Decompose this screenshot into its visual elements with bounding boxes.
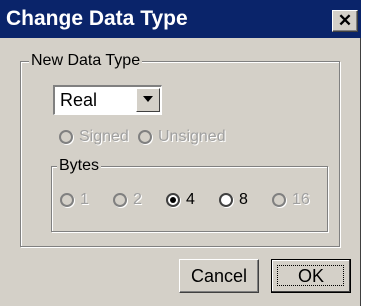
data-type-select-value: Real [60, 90, 98, 110]
bytes-option-1[interactable]: 1 [60, 191, 89, 209]
cancel-button-label: Cancel [190, 266, 248, 286]
bytes-radio-2[interactable] [113, 193, 127, 207]
bytes-option-4[interactable]: 4 [166, 191, 195, 209]
new-data-type-group-label: New Data Type [29, 52, 143, 70]
bytes-label-1: 1 [80, 191, 89, 208]
data-type-select[interactable]: Real [53, 85, 162, 115]
chevron-down-icon[interactable] [136, 88, 160, 112]
bytes-radio-1[interactable] [60, 193, 74, 207]
bytes-label-16: 16 [292, 191, 310, 208]
bytes-label-4: 4 [186, 191, 195, 208]
bytes-radio-16[interactable] [272, 193, 286, 207]
bytes-option-2[interactable]: 2 [113, 191, 142, 209]
ok-button[interactable]: OK [271, 259, 351, 293]
radio-selected-dot [170, 197, 176, 203]
bytes-radio-4[interactable] [166, 193, 180, 207]
signed-label: Signed [79, 128, 129, 145]
unsigned-label: Unsigned [158, 128, 226, 145]
cancel-button[interactable]: Cancel [179, 259, 259, 293]
unsigned-radio[interactable] [138, 130, 152, 144]
change-data-type-dialog: Change Data Type ✕ New Data Type Real Si… [0, 0, 361, 306]
bytes-radio-8[interactable] [219, 193, 233, 207]
close-icon[interactable]: ✕ [332, 10, 358, 32]
unsigned-option[interactable]: Unsigned [138, 128, 226, 146]
bytes-group-label: Bytes [57, 157, 102, 175]
bytes-option-8[interactable]: 8 [219, 191, 248, 209]
dialog-title: Change Data Type [6, 7, 188, 30]
bytes-label-8: 8 [239, 191, 248, 208]
focus-rect [277, 265, 344, 286]
bytes-option-16[interactable]: 16 [272, 191, 310, 209]
title-bar[interactable]: Change Data Type ✕ [0, 0, 361, 38]
bytes-label-2: 2 [133, 191, 142, 208]
signed-option[interactable]: Signed [59, 128, 129, 146]
signed-radio[interactable] [59, 130, 73, 144]
